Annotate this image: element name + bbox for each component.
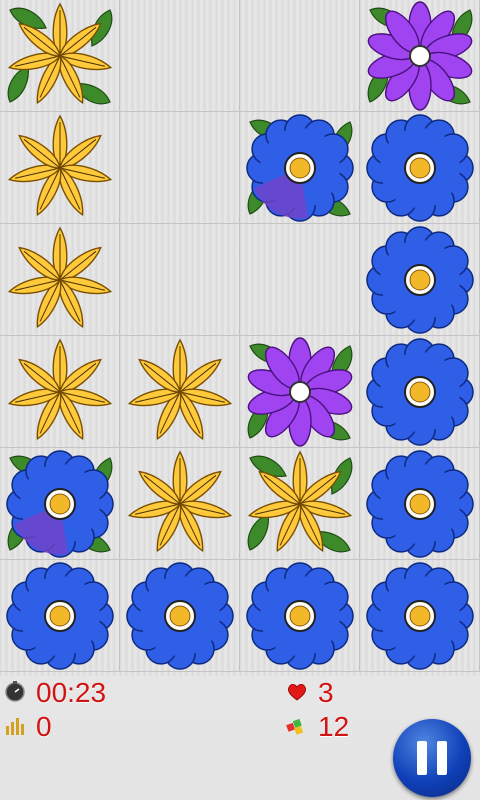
empty-cell xyxy=(240,224,360,336)
blue-flower-icon xyxy=(126,562,234,670)
blue-flower-icon xyxy=(366,562,474,670)
bar-chart-icon xyxy=(6,718,24,735)
empty-cell xyxy=(120,112,240,224)
tile-blue-flower[interactable] xyxy=(360,224,480,336)
yellow-star-flower-icon xyxy=(7,338,113,441)
purple-daisy-icon xyxy=(247,337,353,447)
tile-yellow-star-flower[interactable] xyxy=(0,224,120,336)
tile-yellow-star-flower-leaves[interactable] xyxy=(240,448,360,560)
yellow-star-flower-icon xyxy=(127,338,233,441)
yellow-star-flower-icon xyxy=(247,450,353,553)
empty-cell xyxy=(120,0,240,112)
tile-blue-flower[interactable] xyxy=(120,560,240,672)
blocks-icon xyxy=(286,718,304,735)
pause-icon xyxy=(417,741,427,775)
purple-daisy-icon xyxy=(367,1,473,111)
tile-blue-flower[interactable] xyxy=(360,448,480,560)
yellow-star-flower-icon xyxy=(7,2,113,105)
tile-yellow-star-flower[interactable] xyxy=(120,336,240,448)
tile-yellow-star-flower[interactable] xyxy=(0,336,120,448)
tile-yellow-star-flower-leaves[interactable] xyxy=(0,0,120,112)
pause-button[interactable] xyxy=(393,719,471,797)
tile-yellow-star-flower[interactable] xyxy=(0,112,120,224)
blue-flower-icon xyxy=(366,450,474,558)
blue-flower-icon xyxy=(6,450,114,558)
tile-blue-flower-leaves-timer[interactable] xyxy=(240,112,360,224)
heart-icon xyxy=(288,683,306,701)
empty-cell xyxy=(240,0,360,112)
moves-text: 12 xyxy=(318,711,350,742)
yellow-star-flower-icon xyxy=(127,450,233,553)
blue-flower-icon xyxy=(366,226,474,334)
tile-purple-daisy-leaves[interactable] xyxy=(240,336,360,448)
score-text: 0 xyxy=(36,711,52,742)
empty-cell xyxy=(120,224,240,336)
timer-text: 00:23 xyxy=(36,677,107,708)
tile-blue-flower[interactable] xyxy=(360,560,480,672)
blue-flower-icon xyxy=(6,562,114,670)
tile-purple-daisy-leaves[interactable] xyxy=(360,0,480,112)
lives-text: 3 xyxy=(318,677,334,708)
game-board xyxy=(0,0,480,676)
yellow-star-flower-icon xyxy=(7,226,113,329)
tile-blue-flower[interactable] xyxy=(360,336,480,448)
blue-flower-icon xyxy=(366,114,474,222)
tile-blue-flower[interactable] xyxy=(240,560,360,672)
stopwatch-icon xyxy=(5,681,25,702)
tile-blue-flower[interactable] xyxy=(0,560,120,672)
tile-blue-flower-leaves-timer[interactable] xyxy=(0,448,120,560)
blue-flower-icon xyxy=(246,562,354,670)
yellow-star-flower-icon xyxy=(7,114,113,217)
tile-blue-flower[interactable] xyxy=(360,112,480,224)
blue-flower-icon xyxy=(366,338,474,446)
pause-icon-bar xyxy=(437,741,447,775)
blue-flower-icon xyxy=(246,114,354,222)
tile-yellow-star-flower[interactable] xyxy=(120,448,240,560)
